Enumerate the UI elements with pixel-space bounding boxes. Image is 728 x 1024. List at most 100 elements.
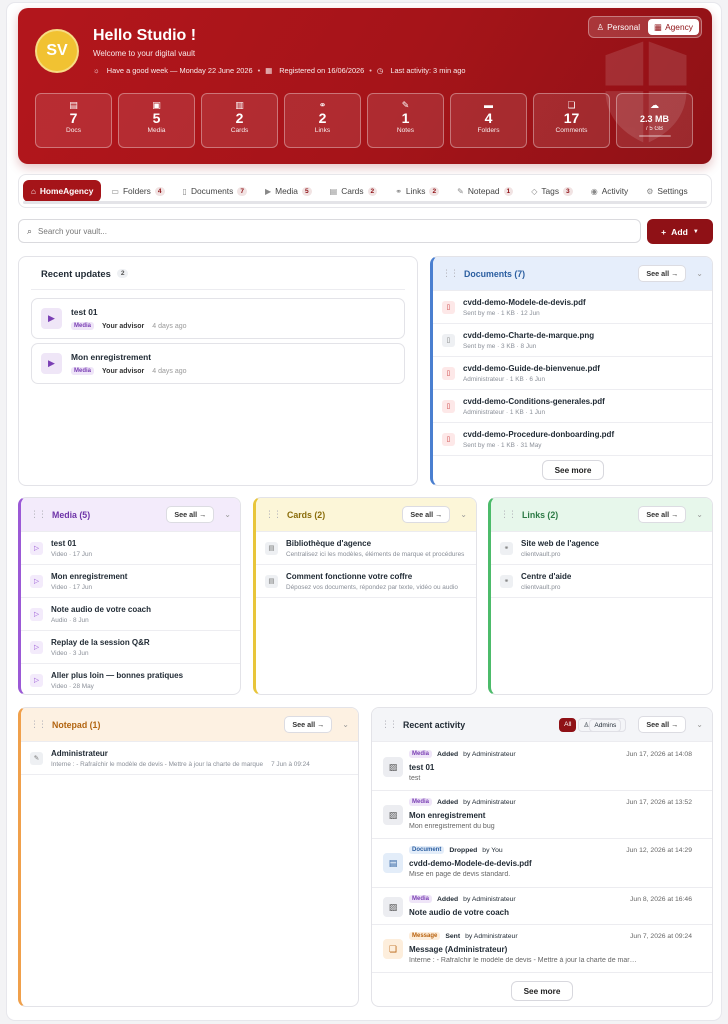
activity-item[interactable]: ▤ Document Dropped by You Jun 12, 2026 at …	[372, 839, 712, 888]
drag-handle-icon[interactable]: ⋮⋮	[500, 509, 517, 520]
list-item[interactable]: ▯ cvdd-demo-Modele-de-devis.pdf Sent by me…	[433, 291, 712, 324]
add-button[interactable]: + Add ▼	[647, 219, 713, 244]
pdf-icon: ▯	[442, 300, 455, 314]
list-item[interactable]: ⚭ Centre d'aide clientvault.pro	[491, 565, 712, 598]
stats-row: ▤ 7 Docs ▣ 5 Media ▥ 2 Cards ⚭ 2 Links ✎ 1 Notes ▬…	[35, 93, 693, 148]
play-icon: ▷	[30, 673, 43, 687]
see-all-button[interactable]: See all →	[638, 716, 687, 733]
stat-notes[interactable]: ✎ 1 Notes	[367, 93, 444, 148]
mode-personal-label: Personal	[607, 22, 641, 32]
activity-item-subtitle: test	[409, 775, 421, 782]
documents-title: Documents (7)	[464, 268, 526, 279]
tab-label: Media	[275, 186, 298, 196]
search-input[interactable]	[38, 226, 599, 236]
card-name: Comment fonctionne votre coffre	[286, 571, 413, 581]
stat-links[interactable]: ⚭ 2 Links	[284, 93, 361, 148]
stat-value: 7	[69, 110, 78, 126]
activity-author: by Administrateur	[463, 798, 516, 806]
list-item[interactable]: ▯ cvdd-demo-Procedure-donboarding.pdf Sent…	[433, 423, 712, 456]
list-item[interactable]: ▯ cvdd-demo-Guide-de-bienvenue.pdf Adminis…	[433, 357, 712, 390]
list-item[interactable]: ▯ cvdd-demo-Charte-de-marque.png Sent by m…	[433, 324, 712, 357]
stat-cards[interactable]: ▥ 2 Cards	[201, 93, 278, 148]
activity-item[interactable]: ▨ Media Added by Administrateur Jun 17, 20…	[372, 791, 712, 839]
chevron-down-icon[interactable]: ⌄	[224, 510, 231, 519]
drag-handle-icon[interactable]: ⋮⋮	[265, 509, 282, 520]
activity-item-subtitle: Mise en page de devis standard.	[409, 871, 511, 878]
stat-folders[interactable]: ▬ 4 Folders	[450, 93, 527, 148]
activity-item-title: Note audio de votre coach	[409, 908, 510, 917]
recent-updates-panel: Recent updates 2 ▶ test 01 Media Your advi…	[18, 256, 418, 486]
see-all-button[interactable]: See all →	[638, 265, 687, 282]
drag-handle-icon[interactable]: ⋮⋮	[30, 509, 47, 520]
chevron-down-icon[interactable]: ⌄	[342, 720, 349, 729]
list-item[interactable]: ▷ Aller plus loin — bonnes pratiques Video…	[21, 664, 240, 694]
tab-media[interactable]: ▶ Media 5	[257, 180, 320, 202]
activity-item[interactable]: ▨ Media Added by Administrateur Jun 17, 20…	[372, 743, 712, 791]
see-all-button[interactable]: See all →	[166, 506, 215, 523]
activity-author: by Administrateur	[463, 750, 516, 758]
stat-comments[interactable]: ❏ 17 Comments	[533, 93, 610, 148]
drag-handle-icon[interactable]: ⋮⋮	[442, 268, 459, 279]
mode-personal-button[interactable]: ♙ Personal	[591, 19, 647, 35]
mode-agency-button[interactable]: ▦ Agency	[648, 19, 699, 35]
filter-all-button[interactable]: All	[559, 717, 577, 732]
activity-action: Added	[437, 895, 459, 903]
activity-date: Jun 7, 2026 at 09:24	[630, 933, 692, 940]
note-author: Administrateur	[51, 748, 108, 758]
link-icon: ⚭	[395, 186, 402, 196]
see-all-button[interactable]: See all →	[284, 716, 333, 733]
list-item[interactable]: ▤ Comment fonctionne votre coffre Déposez …	[256, 565, 476, 598]
recent-updates-count: 2	[116, 269, 129, 278]
list-item[interactable]: ⚭ Site web de l'agence clientvault.pro	[491, 532, 712, 565]
tab-tags[interactable]: ◇ Tags 3	[523, 180, 581, 202]
stat-label: Media	[147, 127, 166, 134]
document-icon: ▤	[383, 853, 403, 873]
doc-name: cvdd-demo-Procedure-donboarding.pdf	[463, 429, 615, 439]
update-card[interactable]: ▶ Mon enregistrement Media Your advisor 4 …	[31, 343, 405, 384]
update-card[interactable]: ▶ test 01 Media Your advisor 4 days ago	[31, 298, 405, 339]
activity-item[interactable]: ▨ Media Added by Administrateur Jun 8, 202…	[372, 888, 712, 925]
tab-links[interactable]: ⚭ Links 2	[387, 180, 447, 202]
link-name: Centre d'aide	[521, 571, 572, 581]
chevron-down-icon[interactable]: ⌄	[696, 269, 703, 278]
links-panel: ⋮⋮ Links (2) See all → ⌄ ⚭ Site web de l'…	[488, 497, 713, 695]
sun-icon: ☼	[93, 66, 100, 75]
update-title: test 01	[71, 307, 98, 317]
filter-admins-button[interactable]: ♙ Admins	[578, 717, 627, 732]
tab-settings[interactable]: ⚙ Settings	[638, 180, 695, 202]
tab-folders[interactable]: ▭ Folders 4	[103, 180, 172, 202]
list-item[interactable]: ▷ test 01 Video · 17 Jun	[21, 532, 240, 565]
list-item[interactable]: ▯ cvdd-demo-Conditions-generales.pdf Admin…	[433, 390, 712, 423]
stat-value: 4	[484, 110, 493, 126]
media-meta: Video · 28 May	[51, 682, 94, 690]
media-name: Mon enregistrement	[51, 571, 128, 581]
stat-media[interactable]: ▣ 5 Media	[118, 93, 195, 148]
see-more-button[interactable]: See more	[542, 460, 604, 480]
list-item[interactable]: ✎ Administrateur Interne : - Rafraîchir le…	[21, 742, 358, 775]
media-icon: ▶	[41, 353, 62, 374]
tab-activity[interactable]: ◉ Activity	[583, 180, 637, 202]
tab-home[interactable]: ⌂ HomeAgency	[23, 180, 102, 202]
list-item[interactable]: ▷ Mon enregistrement Video · 17 Jun	[21, 565, 240, 598]
activity-item[interactable]: ❏ Message Sent by Administrateur Jun 7, 20…	[372, 925, 712, 973]
list-item[interactable]: ▷ Note audio de votre coach Audio · 8 Jun	[21, 598, 240, 631]
list-item[interactable]: ▷ Replay de la session Q&R Video · 3 Jun	[21, 631, 240, 664]
chevron-down-icon[interactable]: ⌄	[460, 510, 467, 519]
tab-label: Notepad	[467, 186, 500, 196]
drag-handle-icon[interactable]: ⋮⋮	[30, 719, 47, 730]
recent-updates-title: Recent updates 2	[41, 268, 129, 279]
drag-handle-icon[interactable]: ⋮⋮	[381, 719, 398, 730]
update-time: 4 days ago	[152, 367, 187, 375]
stat-docs[interactable]: ▤ 7 Docs	[35, 93, 112, 148]
chevron-down-icon[interactable]: ⌄	[696, 510, 703, 519]
tab-cards[interactable]: ▤ Cards 2	[322, 180, 386, 202]
tab-documents[interactable]: ▯ Documents 7	[175, 180, 255, 202]
tab-notepad[interactable]: ✎ Notepad 1	[449, 180, 521, 202]
activity-author: by Administrateur	[465, 932, 518, 940]
activity-author: by Administrateur	[463, 895, 516, 903]
see-all-button[interactable]: See all →	[638, 506, 687, 523]
list-item[interactable]: ▤ Bibliothèque d'agence Centralisez ici le…	[256, 532, 476, 565]
chevron-down-icon[interactable]: ⌄	[696, 720, 703, 729]
see-more-button[interactable]: See more	[511, 981, 573, 1001]
see-all-button[interactable]: See all →	[402, 506, 451, 523]
